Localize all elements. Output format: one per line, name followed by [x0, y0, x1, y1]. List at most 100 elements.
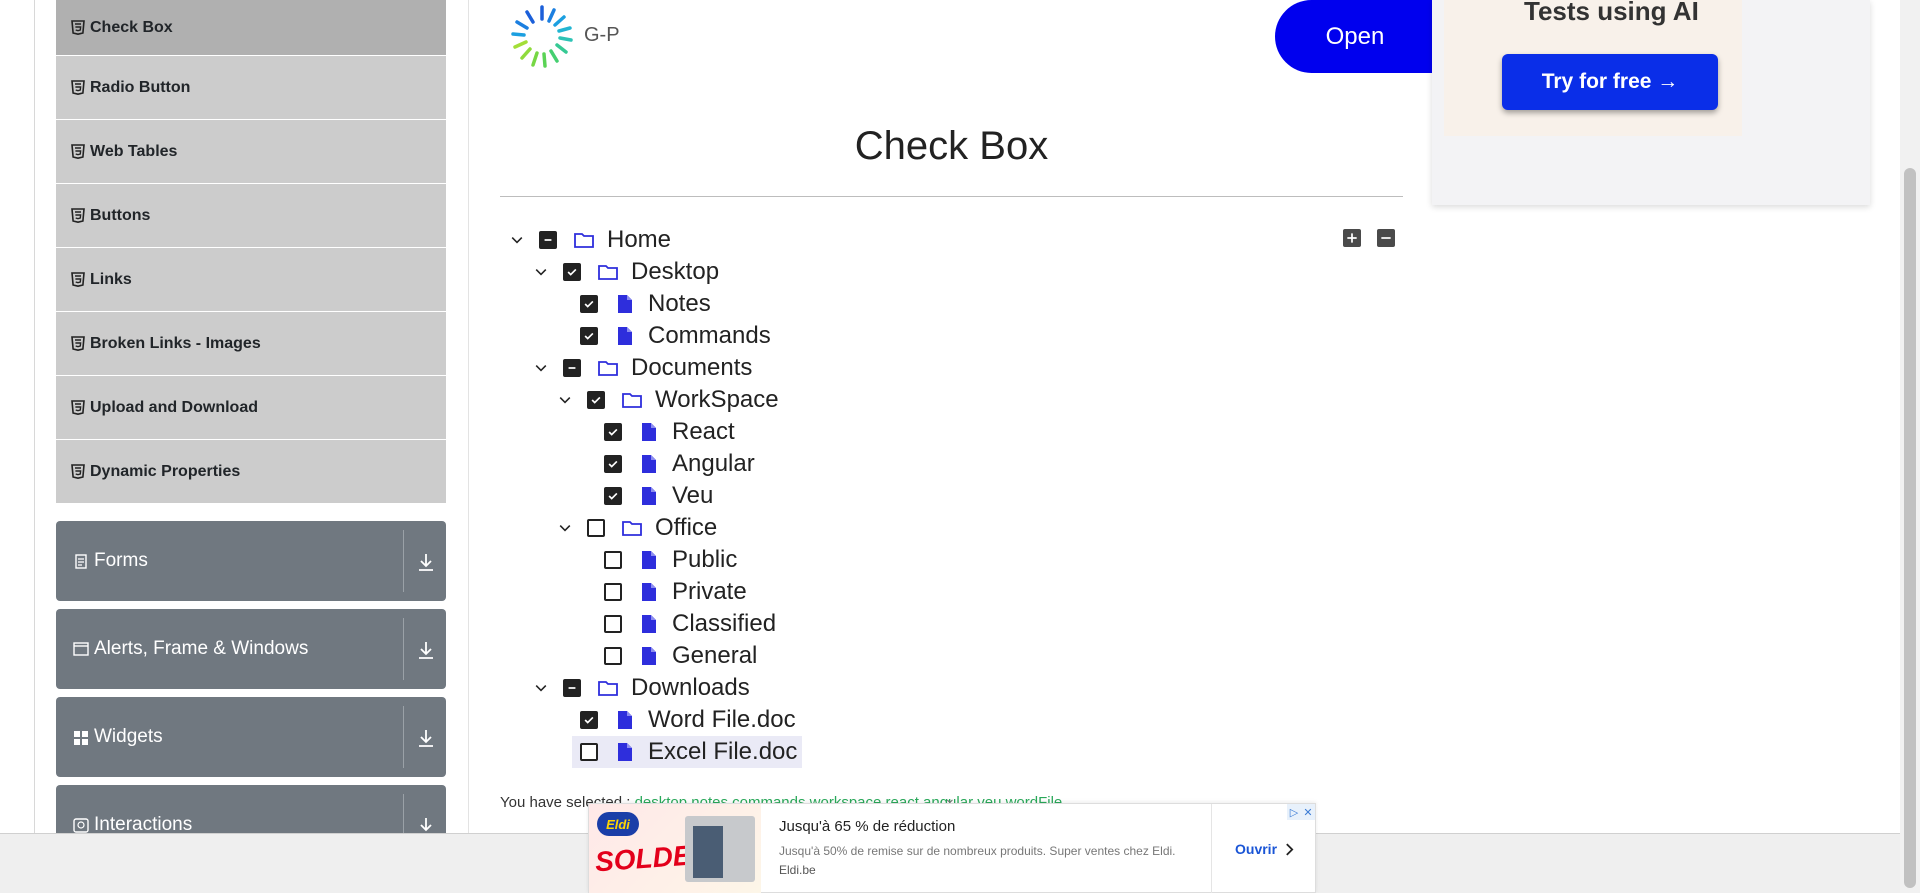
checkbox-unchecked[interactable]	[587, 519, 605, 537]
eldi-logo: Eldi	[597, 812, 639, 836]
download-arrow-icon[interactable]	[416, 639, 436, 661]
tree-node-public[interactable]: Public	[604, 544, 737, 576]
tree-node-documents[interactable]: Documents	[531, 352, 752, 384]
checkbox-checked[interactable]	[563, 263, 581, 281]
sidebar-item-label: Dynamic Properties	[90, 462, 241, 480]
close-icon[interactable]: ✕	[1301, 804, 1315, 820]
minus-icon	[1381, 237, 1391, 239]
checkbox-unchecked[interactable]	[604, 551, 622, 569]
left-border	[34, 0, 35, 833]
file-icon	[614, 741, 636, 763]
sidebar-item-label: Web Tables	[90, 142, 178, 160]
group-separator	[403, 706, 404, 768]
node-label: Veu	[672, 482, 714, 509]
ad-open-button[interactable]: Ouvrir	[1235, 841, 1294, 857]
folder-icon	[597, 677, 619, 699]
node-label: Private	[672, 578, 747, 605]
checkbox-checked[interactable]	[604, 487, 622, 505]
tree-node-workspace[interactable]: WorkSpace	[555, 384, 779, 416]
html5-icon	[71, 336, 85, 351]
sidebar-item-label: Check Box	[90, 18, 173, 36]
bottom-ad-banner[interactable]: Eldi SOLDES! Jusqu'à 65 % de réduction J…	[588, 803, 1316, 893]
page: Check Box Radio Button Web Tables Button…	[0, 0, 1920, 893]
ad-headline: Tests using AI	[1524, 0, 1699, 26]
checkbox-partial[interactable]	[539, 231, 557, 249]
open-ad-button[interactable]: Open	[1275, 0, 1435, 73]
node-label: Desktop	[631, 258, 720, 285]
adchoices-icon[interactable]: ▷	[1287, 804, 1301, 820]
sidebar-item-dynamic-properties[interactable]: Dynamic Properties	[56, 440, 446, 504]
checkbox-unchecked[interactable]	[580, 743, 598, 761]
folder-icon	[597, 357, 619, 379]
sidebar-item-upload-download[interactable]: Upload and Download	[56, 376, 446, 440]
tree-node-word-file[interactable]: Word File.doc	[580, 704, 796, 736]
ad-panel: Tests using AI Try for free →	[1444, 0, 1742, 136]
collapse-all-button[interactable]	[1377, 229, 1395, 247]
tree-node-general[interactable]: General	[604, 640, 757, 672]
file-icon	[638, 549, 660, 571]
checkbox-checked[interactable]	[587, 391, 605, 409]
tree-node-home[interactable]: Home	[507, 224, 671, 256]
sidebar-item-broken-links[interactable]: Broken Links - Images	[56, 312, 446, 376]
tree-node-notes[interactable]: Notes	[580, 288, 711, 320]
tree-node-commands[interactable]: Commands	[580, 320, 771, 352]
download-arrow-icon[interactable]	[416, 727, 436, 749]
try-for-free-button[interactable]: Try for free →	[1502, 54, 1718, 110]
tree-node-classified[interactable]: Classified	[604, 608, 776, 640]
chevron-down-icon[interactable]	[531, 358, 551, 378]
checkbox-checked[interactable]	[604, 455, 622, 473]
node-label: Commands	[648, 322, 771, 349]
sidebar-item-label: Broken Links - Images	[90, 334, 261, 352]
tree-node-excel-file[interactable]: Excel File.doc	[572, 736, 803, 768]
checkbox-checked[interactable]	[580, 295, 598, 313]
top-ad-banner[interactable]: Tests using AI Try for free →	[1432, 0, 1870, 205]
file-icon	[638, 581, 660, 603]
chevron-down-icon[interactable]	[531, 262, 551, 282]
expand-all-button[interactable]	[1343, 229, 1361, 247]
chevron-down-icon[interactable]	[555, 390, 575, 410]
group-alerts[interactable]: Alerts, Frame & Windows	[56, 609, 446, 689]
tree-node-office[interactable]: Office	[555, 512, 717, 544]
sidebar-item-label: Links	[90, 270, 132, 288]
title-divider	[500, 196, 1403, 197]
ad-headline[interactable]: Jusqu'à 65 % de réduction	[779, 818, 955, 835]
checkbox-checked[interactable]	[580, 327, 598, 345]
tree-node-angular[interactable]: Angular	[604, 448, 755, 480]
download-arrow-icon[interactable]	[416, 551, 436, 573]
tree-node-desktop[interactable]: Desktop	[531, 256, 719, 288]
tree-node-react[interactable]: React	[604, 416, 735, 448]
elements-submenu: Check Box Radio Button Web Tables Button…	[56, 0, 446, 504]
chevron-down-icon[interactable]	[507, 230, 527, 250]
group-label: Forms	[94, 550, 148, 571]
chevron-down-icon[interactable]	[555, 518, 575, 538]
sidebar-item-web-tables[interactable]: Web Tables	[56, 120, 446, 184]
checkbox-checked[interactable]	[604, 423, 622, 441]
chevron-down-icon[interactable]	[531, 678, 551, 698]
node-label: Notes	[648, 290, 711, 317]
node-label: Word File.doc	[648, 706, 796, 733]
tree-node-downloads[interactable]: Downloads	[531, 672, 750, 704]
sidebar-item-links[interactable]: Links	[56, 248, 446, 312]
sidebar-item-buttons[interactable]: Buttons	[56, 184, 446, 248]
checkbox-unchecked[interactable]	[604, 583, 622, 601]
sidebar-item-label: Upload and Download	[90, 398, 258, 416]
checkbox-unchecked[interactable]	[604, 615, 622, 633]
sidebar-item-check-box[interactable]: Check Box	[56, 0, 446, 56]
node-label: Documents	[631, 354, 753, 381]
tree-node-private[interactable]: Private	[604, 576, 747, 608]
checkbox-checked[interactable]	[580, 711, 598, 729]
sidebar-item-radio-button[interactable]: Radio Button	[56, 56, 446, 120]
checkbox-partial[interactable]	[563, 679, 581, 697]
html5-icon	[71, 464, 85, 479]
group-forms[interactable]: Forms	[56, 521, 446, 601]
logo-text: G-P	[584, 24, 620, 46]
scrollbar-thumb[interactable]	[1904, 168, 1916, 888]
checkbox-partial[interactable]	[563, 359, 581, 377]
document-icon	[72, 552, 90, 570]
page-title: Check Box	[854, 124, 1049, 168]
file-icon	[638, 421, 660, 443]
html5-icon	[71, 80, 85, 95]
group-widgets[interactable]: Widgets	[56, 697, 446, 777]
tree-node-veu[interactable]: Veu	[604, 480, 713, 512]
checkbox-unchecked[interactable]	[604, 647, 622, 665]
